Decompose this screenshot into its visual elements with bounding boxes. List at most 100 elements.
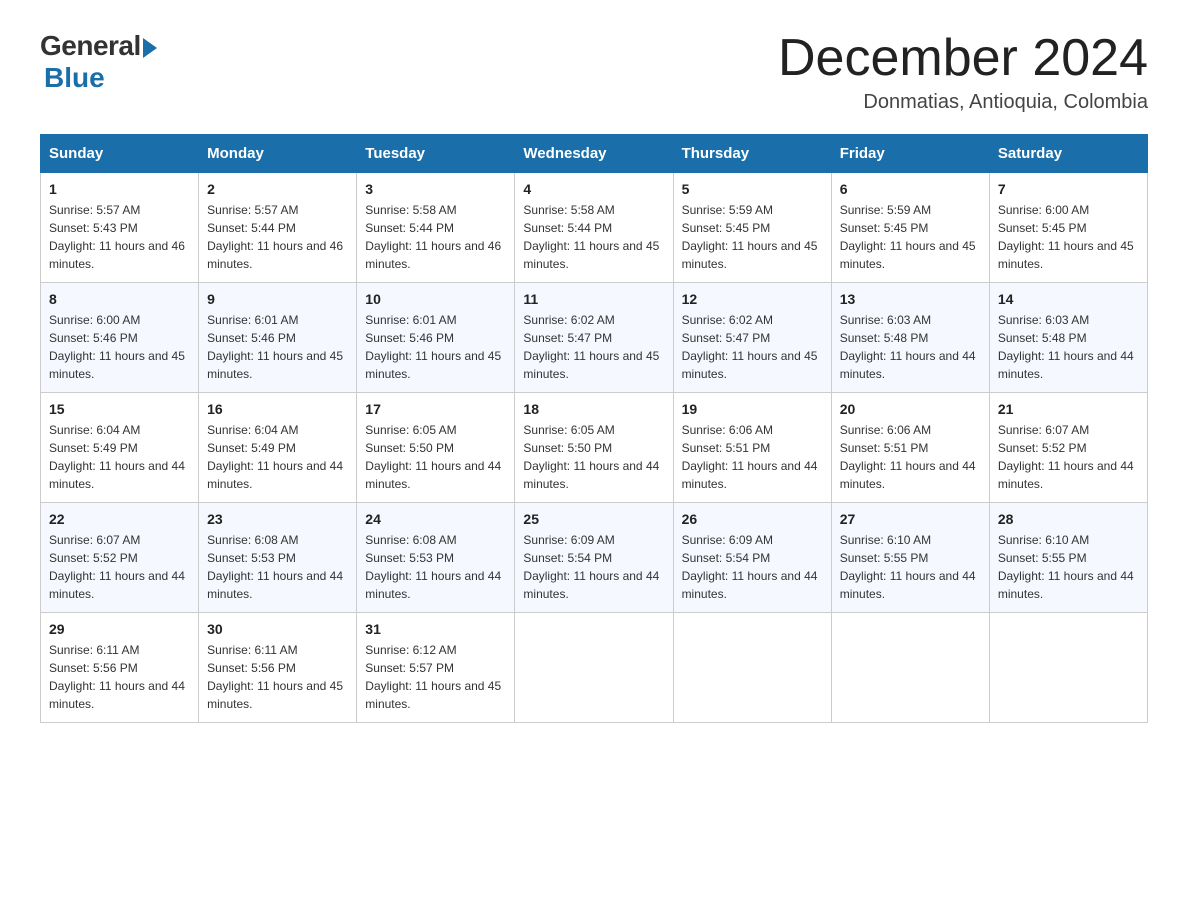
col-tuesday: Tuesday: [357, 135, 515, 173]
day-number: 13: [840, 291, 981, 307]
table-row: [989, 613, 1147, 723]
table-row: 26 Sunrise: 6:09 AM Sunset: 5:54 PM Dayl…: [673, 503, 831, 613]
table-row: 20 Sunrise: 6:06 AM Sunset: 5:51 PM Dayl…: [831, 393, 989, 503]
table-row: [831, 613, 989, 723]
table-row: 31 Sunrise: 6:12 AM Sunset: 5:57 PM Dayl…: [357, 613, 515, 723]
day-number: 12: [682, 291, 823, 307]
table-row: 25 Sunrise: 6:09 AM Sunset: 5:54 PM Dayl…: [515, 503, 673, 613]
day-number: 2: [207, 181, 348, 197]
table-row: 14 Sunrise: 6:03 AM Sunset: 5:48 PM Dayl…: [989, 283, 1147, 393]
page-header: General Blue December 2024 Donmatias, An…: [40, 30, 1148, 114]
day-info: Sunrise: 6:08 AM Sunset: 5:53 PM Dayligh…: [207, 531, 348, 603]
day-info: Sunrise: 6:11 AM Sunset: 5:56 PM Dayligh…: [207, 641, 348, 713]
table-row: 29 Sunrise: 6:11 AM Sunset: 5:56 PM Dayl…: [41, 613, 199, 723]
calendar-header-row: Sunday Monday Tuesday Wednesday Thursday…: [41, 135, 1148, 173]
table-row: 16 Sunrise: 6:04 AM Sunset: 5:49 PM Dayl…: [199, 393, 357, 503]
day-info: Sunrise: 6:06 AM Sunset: 5:51 PM Dayligh…: [840, 421, 981, 493]
day-info: Sunrise: 5:58 AM Sunset: 5:44 PM Dayligh…: [523, 201, 664, 273]
day-number: 9: [207, 291, 348, 307]
day-info: Sunrise: 6:09 AM Sunset: 5:54 PM Dayligh…: [523, 531, 664, 603]
table-row: 24 Sunrise: 6:08 AM Sunset: 5:53 PM Dayl…: [357, 503, 515, 613]
day-info: Sunrise: 6:10 AM Sunset: 5:55 PM Dayligh…: [840, 531, 981, 603]
day-info: Sunrise: 5:58 AM Sunset: 5:44 PM Dayligh…: [365, 201, 506, 273]
day-info: Sunrise: 5:57 AM Sunset: 5:43 PM Dayligh…: [49, 201, 190, 273]
table-row: [673, 613, 831, 723]
table-row: [515, 613, 673, 723]
day-info: Sunrise: 6:03 AM Sunset: 5:48 PM Dayligh…: [998, 311, 1139, 383]
day-info: Sunrise: 5:59 AM Sunset: 5:45 PM Dayligh…: [682, 201, 823, 273]
day-info: Sunrise: 6:09 AM Sunset: 5:54 PM Dayligh…: [682, 531, 823, 603]
calendar-table: Sunday Monday Tuesday Wednesday Thursday…: [40, 134, 1148, 723]
table-row: 5 Sunrise: 5:59 AM Sunset: 5:45 PM Dayli…: [673, 173, 831, 283]
col-thursday: Thursday: [673, 135, 831, 173]
day-number: 5: [682, 181, 823, 197]
day-number: 27: [840, 511, 981, 527]
day-info: Sunrise: 6:02 AM Sunset: 5:47 PM Dayligh…: [523, 311, 664, 383]
table-row: 21 Sunrise: 6:07 AM Sunset: 5:52 PM Dayl…: [989, 393, 1147, 503]
day-number: 19: [682, 401, 823, 417]
day-number: 16: [207, 401, 348, 417]
day-info: Sunrise: 6:07 AM Sunset: 5:52 PM Dayligh…: [998, 421, 1139, 493]
logo-general-text: General: [40, 30, 141, 62]
day-info: Sunrise: 5:57 AM Sunset: 5:44 PM Dayligh…: [207, 201, 348, 273]
table-row: 1 Sunrise: 5:57 AM Sunset: 5:43 PM Dayli…: [41, 173, 199, 283]
day-info: Sunrise: 6:05 AM Sunset: 5:50 PM Dayligh…: [365, 421, 506, 493]
day-number: 29: [49, 621, 190, 637]
table-row: 23 Sunrise: 6:08 AM Sunset: 5:53 PM Dayl…: [199, 503, 357, 613]
day-number: 3: [365, 181, 506, 197]
day-number: 14: [998, 291, 1139, 307]
day-number: 28: [998, 511, 1139, 527]
day-number: 10: [365, 291, 506, 307]
table-row: 22 Sunrise: 6:07 AM Sunset: 5:52 PM Dayl…: [41, 503, 199, 613]
table-row: 10 Sunrise: 6:01 AM Sunset: 5:46 PM Dayl…: [357, 283, 515, 393]
calendar-week-row: 22 Sunrise: 6:07 AM Sunset: 5:52 PM Dayl…: [41, 503, 1148, 613]
day-number: 11: [523, 291, 664, 307]
day-info: Sunrise: 6:06 AM Sunset: 5:51 PM Dayligh…: [682, 421, 823, 493]
table-row: 3 Sunrise: 5:58 AM Sunset: 5:44 PM Dayli…: [357, 173, 515, 283]
day-number: 23: [207, 511, 348, 527]
day-number: 31: [365, 621, 506, 637]
col-friday: Friday: [831, 135, 989, 173]
month-title: December 2024: [778, 30, 1148, 87]
table-row: 15 Sunrise: 6:04 AM Sunset: 5:49 PM Dayl…: [41, 393, 199, 503]
col-wednesday: Wednesday: [515, 135, 673, 173]
table-row: 28 Sunrise: 6:10 AM Sunset: 5:55 PM Dayl…: [989, 503, 1147, 613]
day-number: 21: [998, 401, 1139, 417]
day-number: 24: [365, 511, 506, 527]
day-number: 4: [523, 181, 664, 197]
day-number: 6: [840, 181, 981, 197]
calendar-week-row: 29 Sunrise: 6:11 AM Sunset: 5:56 PM Dayl…: [41, 613, 1148, 723]
day-number: 22: [49, 511, 190, 527]
day-info: Sunrise: 6:00 AM Sunset: 5:46 PM Dayligh…: [49, 311, 190, 383]
col-saturday: Saturday: [989, 135, 1147, 173]
calendar-week-row: 8 Sunrise: 6:00 AM Sunset: 5:46 PM Dayli…: [41, 283, 1148, 393]
day-info: Sunrise: 6:11 AM Sunset: 5:56 PM Dayligh…: [49, 641, 190, 713]
day-info: Sunrise: 6:12 AM Sunset: 5:57 PM Dayligh…: [365, 641, 506, 713]
logo: General Blue: [40, 30, 157, 94]
table-row: 2 Sunrise: 5:57 AM Sunset: 5:44 PM Dayli…: [199, 173, 357, 283]
day-number: 15: [49, 401, 190, 417]
day-number: 7: [998, 181, 1139, 197]
table-row: 19 Sunrise: 6:06 AM Sunset: 5:51 PM Dayl…: [673, 393, 831, 503]
col-sunday: Sunday: [41, 135, 199, 173]
table-row: 8 Sunrise: 6:00 AM Sunset: 5:46 PM Dayli…: [41, 283, 199, 393]
day-number: 25: [523, 511, 664, 527]
table-row: 7 Sunrise: 6:00 AM Sunset: 5:45 PM Dayli…: [989, 173, 1147, 283]
day-info: Sunrise: 6:04 AM Sunset: 5:49 PM Dayligh…: [49, 421, 190, 493]
day-info: Sunrise: 6:03 AM Sunset: 5:48 PM Dayligh…: [840, 311, 981, 383]
day-info: Sunrise: 6:00 AM Sunset: 5:45 PM Dayligh…: [998, 201, 1139, 273]
day-info: Sunrise: 6:07 AM Sunset: 5:52 PM Dayligh…: [49, 531, 190, 603]
table-row: 4 Sunrise: 5:58 AM Sunset: 5:44 PM Dayli…: [515, 173, 673, 283]
day-info: Sunrise: 6:01 AM Sunset: 5:46 PM Dayligh…: [365, 311, 506, 383]
col-monday: Monday: [199, 135, 357, 173]
day-info: Sunrise: 6:10 AM Sunset: 5:55 PM Dayligh…: [998, 531, 1139, 603]
day-number: 17: [365, 401, 506, 417]
day-number: 30: [207, 621, 348, 637]
calendar-week-row: 15 Sunrise: 6:04 AM Sunset: 5:49 PM Dayl…: [41, 393, 1148, 503]
day-info: Sunrise: 6:01 AM Sunset: 5:46 PM Dayligh…: [207, 311, 348, 383]
day-number: 8: [49, 291, 190, 307]
day-info: Sunrise: 6:05 AM Sunset: 5:50 PM Dayligh…: [523, 421, 664, 493]
day-info: Sunrise: 6:04 AM Sunset: 5:49 PM Dayligh…: [207, 421, 348, 493]
day-number: 18: [523, 401, 664, 417]
day-number: 1: [49, 181, 190, 197]
